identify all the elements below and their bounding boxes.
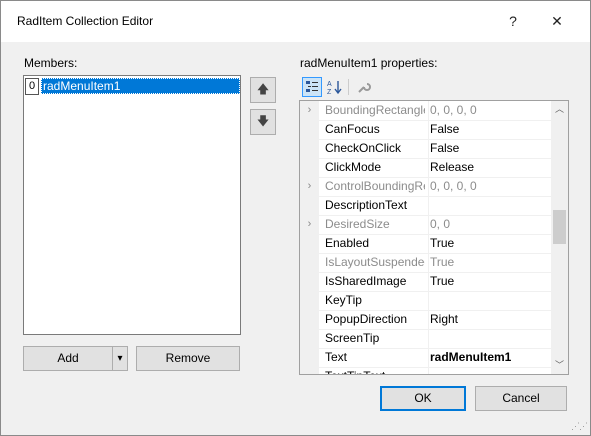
property-name: ClickMode (325, 160, 382, 174)
add-button-label: Add (57, 351, 79, 365)
property-value[interactable]: True (428, 234, 552, 253)
property-row[interactable]: PopupDirection Right (300, 310, 551, 330)
property-row[interactable]: › DesiredSize 0, 0 (300, 215, 551, 235)
property-value[interactable]: False (428, 120, 552, 139)
window-title: RadItem Collection Editor (17, 14, 154, 28)
property-row[interactable]: Enabled True (300, 234, 551, 254)
property-name: DesiredSize (325, 217, 390, 231)
property-row[interactable]: ClickMode Release (300, 158, 551, 178)
property-name: CanFocus (325, 122, 380, 136)
chevron-down-icon[interactable]: ▾ (112, 347, 127, 370)
property-grid-scrollbar[interactable]: ︿ ﹀ (551, 101, 568, 374)
wrench-icon[interactable] (354, 77, 374, 97)
scroll-down-icon[interactable]: ﹀ (551, 357, 568, 374)
help-button[interactable]: ? (493, 7, 533, 35)
property-value[interactable]: True (428, 253, 552, 272)
property-value[interactable] (428, 196, 552, 215)
toolbar-separator (348, 79, 349, 95)
collection-editor-dialog: RadItem Collection Editor ? ✕ Members: 0… (0, 0, 591, 436)
members-label: Members: (24, 56, 78, 70)
property-row[interactable]: › ControlBoundingRectangle0, 0, 0, 0 (300, 177, 551, 197)
property-value[interactable]: 0, 0, 0, 0 (428, 101, 552, 120)
property-name: ScreenTip (325, 331, 380, 345)
property-name: DescriptionText (325, 198, 408, 212)
member-name[interactable]: radMenuItem1 (41, 78, 240, 94)
scroll-up-icon[interactable]: ︿ (551, 101, 568, 118)
property-name: BoundingRectangle (325, 103, 425, 117)
svg-text:A: A (327, 81, 332, 88)
title-bar[interactable]: RadItem Collection Editor ? ✕ (1, 1, 590, 42)
svg-text:Z: Z (327, 89, 332, 95)
property-name: IsLayoutSuspended (325, 255, 425, 269)
property-name: ControlBoundingRectangle (325, 179, 425, 193)
resize-grip-icon[interactable]: ⋰⋰ (571, 421, 588, 432)
properties-toolbar: A Z (299, 75, 567, 99)
property-name: KeyTip (325, 293, 362, 307)
property-value[interactable]: 0, 0 (428, 215, 552, 234)
property-value[interactable] (428, 367, 552, 374)
property-row[interactable]: ScreenTip (300, 329, 551, 349)
property-row[interactable]: TextTipText (300, 367, 552, 374)
chevron-right-icon[interactable]: › (300, 177, 319, 196)
chevron-right-icon[interactable]: › (300, 215, 319, 234)
row-gutter (300, 196, 319, 215)
property-name: IsSharedImage (325, 274, 407, 288)
property-row[interactable]: KeyTip (300, 291, 551, 311)
list-item[interactable]: 0 radMenuItem1 (25, 78, 240, 95)
row-gutter (300, 139, 319, 158)
property-value[interactable]: True (428, 272, 552, 291)
property-name: PopupDirection (325, 312, 408, 326)
member-index: 0 (25, 78, 39, 95)
property-row[interactable]: CheckOnClick False (300, 139, 551, 159)
property-value[interactable] (428, 291, 552, 310)
cancel-button[interactable]: Cancel (475, 386, 567, 411)
row-gutter (300, 158, 319, 177)
row-gutter (300, 272, 319, 291)
property-name: Enabled (325, 236, 370, 250)
property-row[interactable]: CanFocus False (300, 120, 551, 140)
arrow-down-icon: 🡇 (256, 114, 270, 128)
arrow-up-icon: 🡅 (256, 82, 270, 96)
move-up-button[interactable]: 🡅 (250, 77, 276, 103)
property-name: TextTipText (325, 367, 425, 374)
row-gutter (300, 253, 319, 272)
ok-button[interactable]: OK (380, 386, 466, 411)
row-gutter (300, 367, 319, 374)
property-name: Text (325, 350, 348, 364)
row-gutter (300, 291, 319, 310)
close-button[interactable]: ✕ (537, 7, 577, 35)
members-list[interactable]: 0 radMenuItem1 (23, 75, 241, 335)
property-row[interactable]: DescriptionText (300, 196, 551, 216)
row-gutter (300, 234, 319, 253)
property-value[interactable]: 0, 0, 0, 0 (428, 177, 552, 196)
property-row[interactable]: Text radMenuItem1 (300, 348, 551, 368)
property-row[interactable]: IsLayoutSuspended True (300, 253, 551, 273)
property-value[interactable]: radMenuItem1 (428, 348, 552, 367)
row-gutter (300, 348, 319, 367)
row-gutter (300, 329, 319, 348)
property-value[interactable]: Right (428, 310, 552, 329)
property-grid[interactable]: › BoundingRectangle 0, 0, 0, 0 CanFocus Fals… (299, 100, 569, 375)
row-gutter (300, 310, 319, 329)
scroll-thumb[interactable] (553, 210, 566, 244)
property-row[interactable]: IsSharedImage True (300, 272, 551, 292)
chevron-right-icon[interactable]: › (300, 101, 319, 120)
move-down-button[interactable]: 🡇 (250, 109, 276, 135)
remove-button[interactable]: Remove (136, 346, 240, 371)
property-value[interactable] (428, 329, 552, 348)
alphabetical-icon[interactable]: A Z (325, 77, 345, 97)
add-button[interactable]: Add ▾ (23, 346, 128, 371)
categorized-icon[interactable] (302, 77, 322, 97)
property-value[interactable]: Release (428, 158, 552, 177)
property-name: CheckOnClick (325, 141, 402, 155)
property-row[interactable]: › BoundingRectangle 0, 0, 0, 0 (300, 101, 551, 121)
properties-label: radMenuItem1 properties: (300, 56, 438, 70)
property-value[interactable]: False (428, 139, 552, 158)
row-gutter (300, 120, 319, 139)
